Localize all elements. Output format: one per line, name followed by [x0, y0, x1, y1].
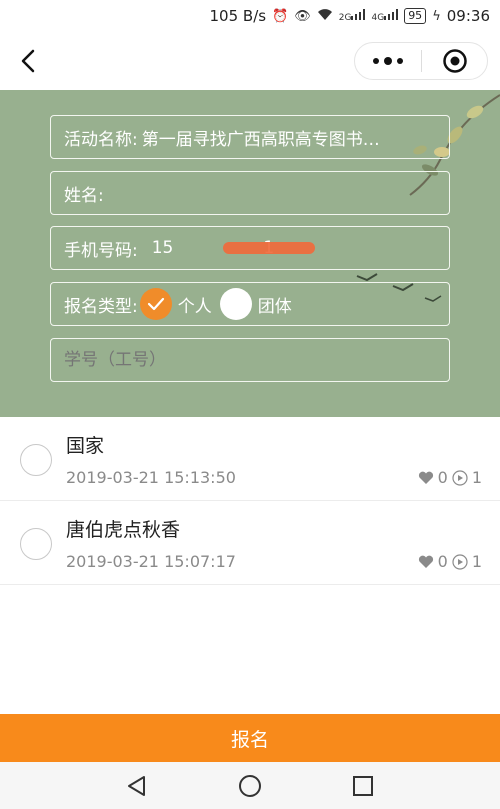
plays-count: 1 [471, 468, 482, 487]
entry-time: 2019-03-21 15:13:50 [66, 468, 236, 487]
alarm-icon: ⏰ [272, 8, 289, 24]
registration-form-panel: 活动名称: 第一届寻找广西高职高专图书… 姓名: 手机号码: 15 1 报名类型… [0, 90, 500, 417]
registration-type-label: 报名类型: [64, 296, 138, 317]
entry-stats: 0 1 [418, 468, 482, 487]
wifi-icon [317, 8, 333, 25]
battery-icon: 95 [404, 8, 427, 24]
radio-group[interactable] [219, 288, 252, 320]
redaction-mark [223, 242, 315, 254]
back-triangle-icon[interactable] [125, 774, 149, 798]
list-item[interactable]: 国家 2019-03-21 15:13:50 0 1 [0, 417, 500, 501]
checkmark-icon [147, 297, 164, 311]
entry-name: 唐伯虎点秋香 [66, 519, 181, 541]
heart-icon [418, 471, 433, 484]
dot-icon [384, 57, 392, 65]
status-bar: 105 B/s ⏰ 👁 2G 4G 95 ϟ 09:36 [0, 0, 500, 32]
activity-name-value: 第一届寻找广西高职高专图书… [141, 129, 380, 150]
name-input[interactable] [103, 183, 449, 203]
name-label: 姓名: [64, 185, 104, 206]
name-field[interactable]: 姓名: [50, 171, 450, 215]
clock: 09:36 [446, 7, 490, 25]
entry-name: 国家 [66, 435, 105, 457]
select-circle[interactable] [20, 444, 52, 476]
list-item[interactable]: 唐伯虎点秋香 2019-03-21 15:07:17 0 1 [0, 501, 500, 585]
submit-registration-button[interactable]: 报名 [0, 714, 500, 762]
entry-list: 国家 2019-03-21 15:13:50 0 1 唐伯虎点秋香 2019-0… [0, 417, 500, 585]
phone-label: 手机号码: [64, 240, 138, 261]
signal-4g-icon: 4G [371, 9, 399, 23]
radio-personal-label[interactable]: 个人 [178, 292, 212, 317]
activity-name-label: 活动名称: [64, 129, 138, 150]
recents-square-icon[interactable] [351, 774, 375, 798]
eye-icon: 👁 [294, 8, 311, 24]
likes-count: 0 [437, 468, 448, 487]
nav-bar [0, 32, 500, 90]
heart-icon [418, 555, 433, 568]
entry-stats: 0 1 [418, 552, 482, 571]
back-button[interactable] [12, 44, 46, 78]
network-speed: 105 B/s [209, 7, 267, 25]
radio-group-label[interactable]: 团体 [258, 292, 292, 317]
dot-icon [397, 58, 403, 64]
play-icon [452, 553, 468, 570]
mini-program-capsule [354, 42, 488, 80]
radio-personal[interactable] [139, 288, 172, 320]
phone-value-start: 15 [151, 238, 174, 258]
home-circle-icon[interactable] [238, 774, 262, 798]
phone-field[interactable]: 手机号码: 15 1 [50, 226, 450, 270]
student-id-input[interactable] [64, 350, 449, 370]
signal-2g-icon: 2G [339, 9, 366, 23]
target-icon [442, 49, 467, 73]
entry-time: 2019-03-21 15:07:17 [66, 552, 236, 571]
chevron-left-icon [21, 49, 35, 73]
dot-icon [373, 58, 379, 64]
likes-count: 0 [437, 552, 448, 571]
play-icon [452, 469, 468, 486]
plays-count: 1 [471, 552, 482, 571]
charging-icon: ϟ [432, 8, 441, 24]
close-miniprogram-button[interactable] [422, 43, 487, 79]
registration-type-field: 报名类型: 个人 团体 [50, 282, 450, 326]
activity-name-field: 活动名称: 第一届寻找广西高职高专图书… [50, 115, 450, 159]
select-circle[interactable] [20, 528, 52, 560]
student-id-field[interactable] [50, 338, 450, 382]
more-button[interactable] [355, 43, 421, 79]
system-nav-bar [0, 762, 500, 809]
